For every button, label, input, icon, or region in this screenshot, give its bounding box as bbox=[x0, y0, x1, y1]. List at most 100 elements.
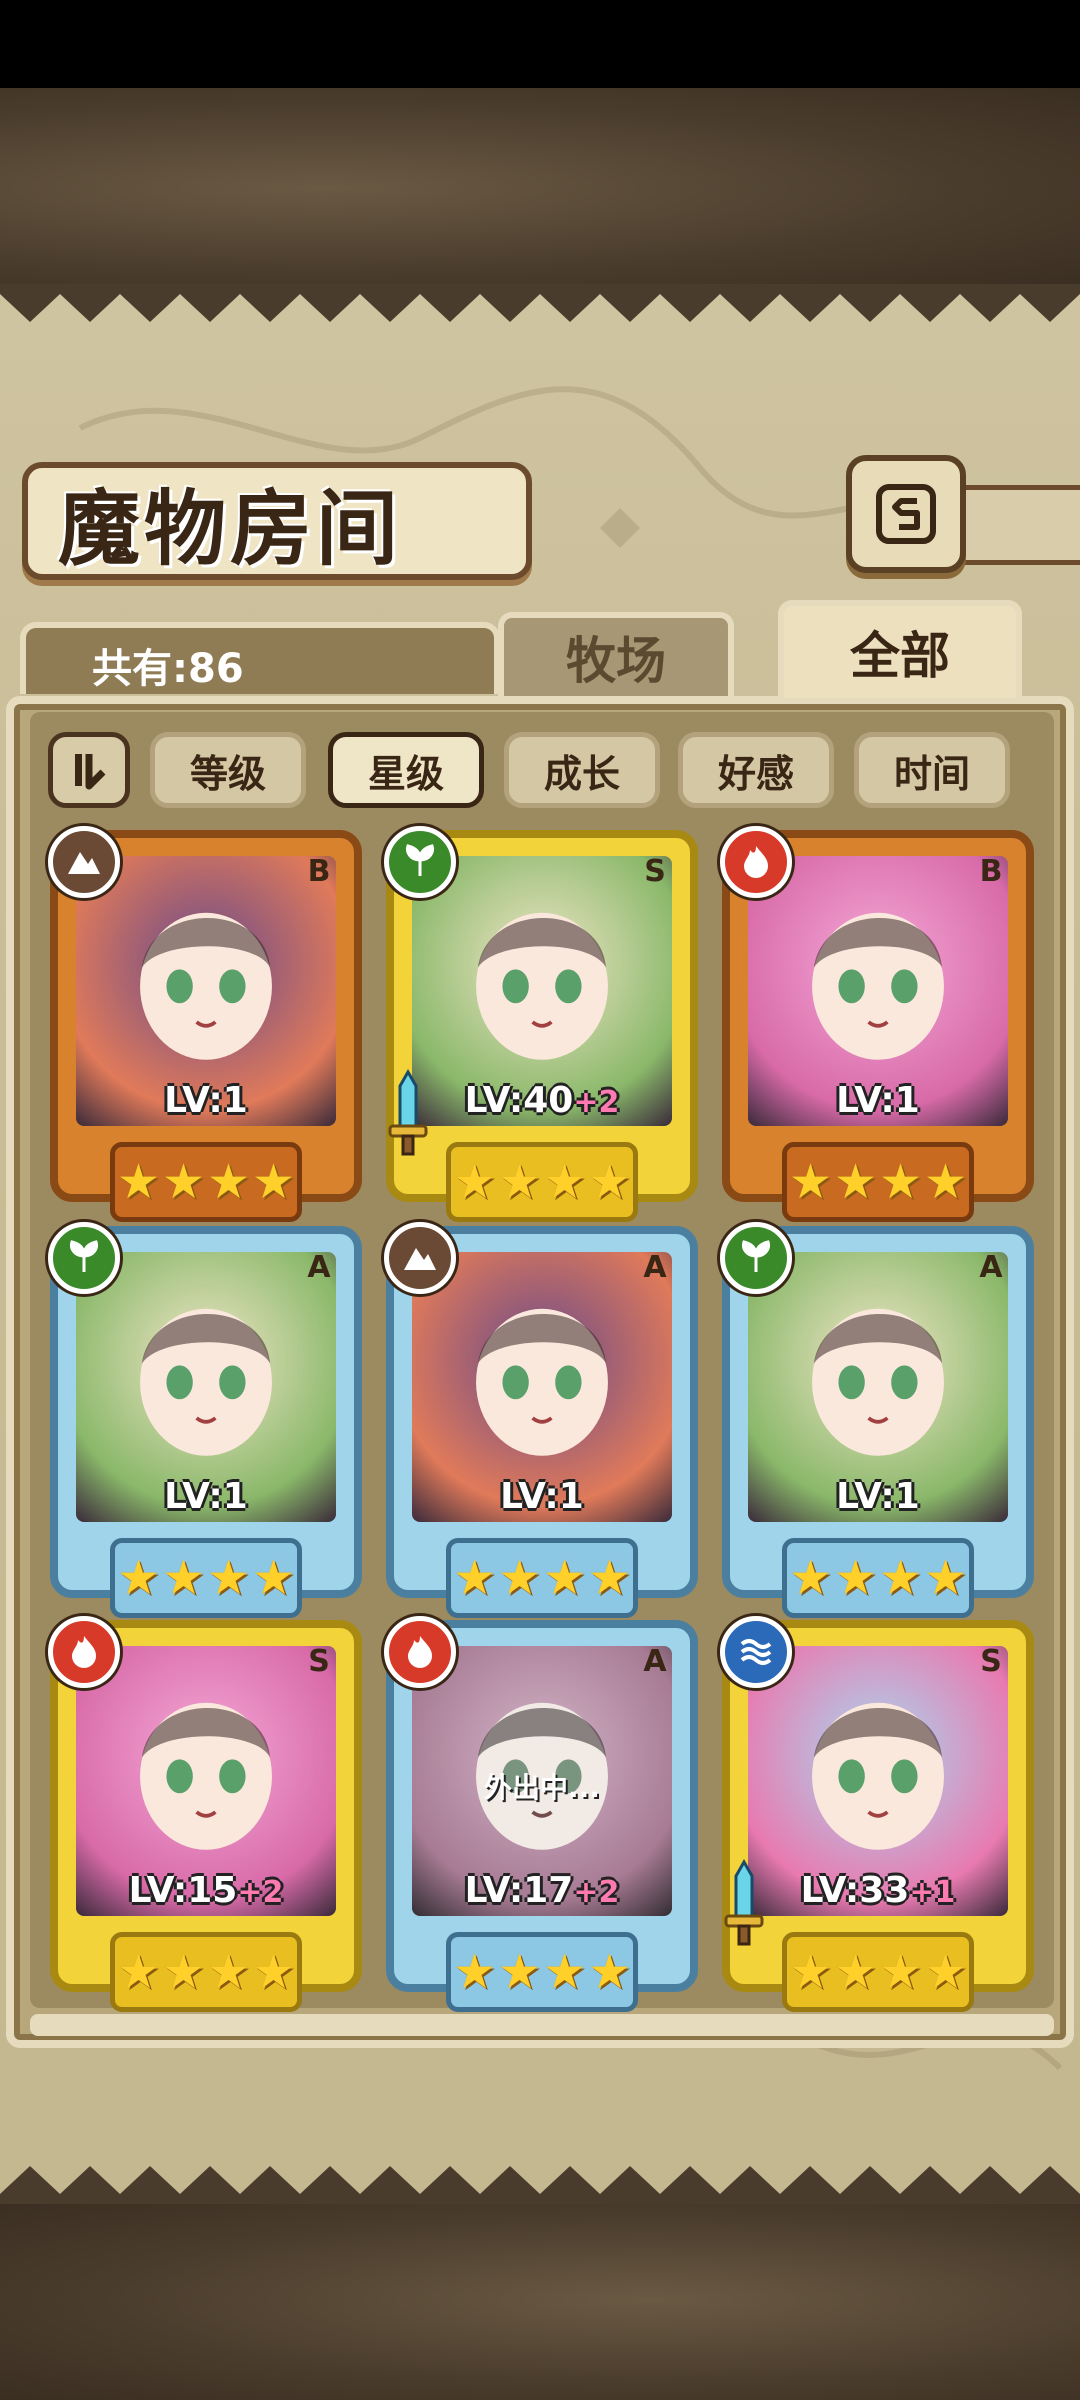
star-rating: ★ ★ ★ ★ bbox=[782, 1142, 974, 1222]
star-icon: ★ bbox=[543, 1154, 587, 1210]
tab-ranch-label: 牧场 bbox=[566, 631, 666, 690]
star-icon: ★ bbox=[452, 1944, 496, 2000]
star-icon: ★ bbox=[161, 1944, 205, 2000]
away-status: 外出中... bbox=[484, 1771, 600, 1804]
star-icon: ★ bbox=[879, 1550, 923, 1606]
level-text: LV:33 bbox=[800, 1870, 910, 1911]
page-title-plate: 魔物房间 bbox=[22, 462, 532, 580]
level-text: LV:15 bbox=[128, 1870, 238, 1911]
star-rating: ★ ★ ★ ★ bbox=[110, 1142, 302, 1222]
star-icon: ★ bbox=[924, 1154, 968, 1210]
rank-badge: A bbox=[307, 1249, 331, 1285]
star-rating: ★ ★ ★ ★ bbox=[782, 1538, 974, 1618]
monster-level: LV:33+1 bbox=[730, 1870, 1026, 1911]
sort-order-button[interactable] bbox=[48, 732, 130, 808]
star-icon: ★ bbox=[543, 1550, 587, 1606]
filter-affection-label: 好感 bbox=[717, 751, 794, 796]
filter-level-label: 等级 bbox=[189, 751, 266, 796]
tab-all-label: 全部 bbox=[850, 626, 950, 685]
level-bonus: +2 bbox=[573, 1875, 620, 1910]
filter-star-label: 星级 bbox=[367, 751, 444, 796]
level-bonus: +2 bbox=[573, 1085, 620, 1120]
back-button-rail bbox=[960, 485, 1080, 565]
nature-element-icon bbox=[384, 826, 456, 898]
star-icon: ★ bbox=[879, 1944, 923, 2000]
page-title: 魔物房间 bbox=[58, 480, 403, 577]
monster-card[interactable]: LV:1 A ★ ★ ★ ★ bbox=[384, 1222, 698, 1618]
monster-card[interactable]: LV:40+2 S ★ ★ ★ ★ bbox=[384, 826, 698, 1222]
star-rating: ★ ★ ★ ★ bbox=[110, 1932, 302, 2012]
monster-level: LV:1 bbox=[58, 1476, 354, 1517]
star-icon: ★ bbox=[452, 1550, 496, 1606]
star-icon: ★ bbox=[497, 1154, 541, 1210]
star-rating: ★ ★ ★ ★ bbox=[782, 1932, 974, 2012]
nature-element-icon bbox=[48, 1222, 120, 1294]
filter-level-button[interactable]: 等级 bbox=[150, 732, 306, 808]
fire-element-icon bbox=[384, 1616, 456, 1688]
map-background-bottom bbox=[0, 2200, 1080, 2400]
back-button[interactable] bbox=[846, 455, 966, 573]
star-icon: ★ bbox=[497, 1944, 541, 2000]
star-icon: ★ bbox=[788, 1154, 832, 1210]
sword-icon bbox=[724, 1858, 764, 1946]
nature-element-icon bbox=[720, 1222, 792, 1294]
star-icon: ★ bbox=[833, 1944, 877, 2000]
earth-element-icon bbox=[48, 826, 120, 898]
monster-card[interactable]: LV:15+2 S ★ ★ ★ ★ bbox=[48, 1616, 362, 2012]
water-element-icon bbox=[720, 1616, 792, 1688]
star-icon: ★ bbox=[788, 1944, 832, 2000]
sort-order-icon bbox=[75, 754, 106, 790]
star-rating: ★ ★ ★ ★ bbox=[110, 1538, 302, 1618]
star-icon: ★ bbox=[161, 1550, 205, 1606]
star-icon: ★ bbox=[833, 1154, 877, 1210]
monster-card[interactable]: LV:1 A ★ ★ ★ ★ bbox=[48, 1222, 362, 1618]
star-icon: ★ bbox=[116, 1550, 160, 1606]
star-icon: ★ bbox=[252, 1154, 296, 1210]
monster-level: LV:1 bbox=[730, 1080, 1026, 1121]
star-icon: ★ bbox=[543, 1944, 587, 2000]
star-icon: ★ bbox=[588, 1550, 632, 1606]
monster-card[interactable]: LV:1 B ★ ★ ★ ★ bbox=[48, 826, 362, 1222]
monster-level: LV:1 bbox=[730, 1476, 1026, 1517]
monster-level: LV:17+2 bbox=[394, 1870, 690, 1911]
rank-badge: A bbox=[643, 1643, 667, 1679]
star-icon: ★ bbox=[924, 1944, 968, 2000]
monster-level: LV:1 bbox=[58, 1080, 354, 1121]
filter-star-button[interactable]: 星级 bbox=[328, 732, 484, 808]
filter-time-button[interactable]: 时间 bbox=[854, 732, 1010, 808]
star-icon: ★ bbox=[207, 1550, 251, 1606]
star-icon: ★ bbox=[161, 1154, 205, 1210]
star-rating: ★ ★ ★ ★ bbox=[446, 1932, 638, 2012]
monster-level: LV:15+2 bbox=[58, 1870, 354, 1911]
monster-level: LV:40+2 bbox=[394, 1080, 690, 1121]
rank-badge: S bbox=[644, 853, 666, 889]
level-bonus: +1 bbox=[909, 1875, 956, 1910]
level-text: LV:1 bbox=[500, 1476, 584, 1517]
rank-badge: B bbox=[307, 853, 331, 889]
star-icon: ★ bbox=[116, 1944, 160, 2000]
star-icon: ★ bbox=[833, 1550, 877, 1606]
level-text: LV:40 bbox=[464, 1080, 574, 1121]
level-text: LV:17 bbox=[464, 1870, 574, 1911]
earth-element-icon bbox=[384, 1222, 456, 1294]
star-icon: ★ bbox=[788, 1550, 832, 1606]
star-icon: ★ bbox=[497, 1550, 541, 1606]
star-icon: ★ bbox=[207, 1944, 251, 2000]
star-rating: ★ ★ ★ ★ bbox=[446, 1538, 638, 1618]
star-icon: ★ bbox=[924, 1550, 968, 1606]
tab-ranch[interactable]: 牧场 bbox=[498, 612, 734, 696]
monster-card[interactable]: LV:1 B ★ ★ ★ ★ bbox=[720, 826, 1034, 1222]
level-text: LV:1 bbox=[164, 1476, 248, 1517]
filter-affection-button[interactable]: 好感 bbox=[678, 732, 834, 808]
torn-edge-bottom bbox=[0, 2166, 1080, 2204]
rank-badge: B bbox=[979, 853, 1003, 889]
monster-card[interactable]: LV:1 A ★ ★ ★ ★ bbox=[720, 1222, 1034, 1618]
filter-growth-button[interactable]: 成长 bbox=[504, 732, 660, 808]
tab-all[interactable]: 全部 bbox=[778, 600, 1022, 698]
star-icon: ★ bbox=[452, 1154, 496, 1210]
fire-element-icon bbox=[48, 1616, 120, 1688]
monster-card[interactable]: 外出中... LV:17+2 A ★ ★ ★ ★ bbox=[384, 1616, 698, 2012]
monster-card[interactable]: LV:33+1 S ★ ★ ★ ★ bbox=[720, 1616, 1034, 2012]
rank-badge: S bbox=[980, 1643, 1002, 1679]
torn-edge-top bbox=[0, 284, 1080, 322]
